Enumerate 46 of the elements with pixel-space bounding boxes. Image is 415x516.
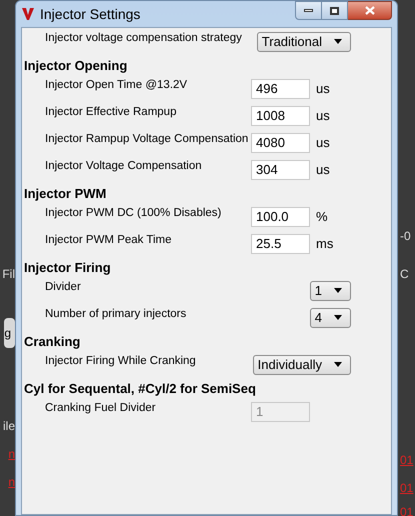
field-label: Number of primary injectors xyxy=(44,306,186,322)
text-field[interactable]: 4080 xyxy=(251,132,310,152)
field-label: Injector PWM Peak Time xyxy=(44,232,172,248)
dropdown[interactable]: 1 xyxy=(310,280,351,300)
text-field[interactable]: 496 xyxy=(251,78,310,98)
background-text: ile xyxy=(2,418,15,434)
section-heading: Injector Firing xyxy=(24,258,112,277)
dropdown-arrow-icon xyxy=(334,315,342,320)
text-field[interactable]: 304 xyxy=(251,160,310,180)
unit-label: ms xyxy=(316,234,334,253)
unit-label: us xyxy=(316,134,330,152)
logo-icon xyxy=(22,8,34,20)
close-icon xyxy=(364,6,374,15)
unit-label: us xyxy=(316,80,330,98)
dropdown-arrow-icon xyxy=(334,39,342,44)
section-heading: Injector Opening xyxy=(24,56,128,75)
unit-label: us xyxy=(316,106,330,125)
field-label: Injector voltage compensation strategy xyxy=(44,30,242,46)
field-label: Injector PWM DC (100% Disables) xyxy=(44,206,222,221)
dropdown[interactable]: 4 xyxy=(310,308,351,328)
field-label: Cranking Fuel Divider xyxy=(44,400,156,416)
unit-label: us xyxy=(316,160,330,179)
minimize-button[interactable] xyxy=(295,1,322,20)
section-heading: Cranking xyxy=(24,332,82,351)
text-field[interactable]: 25.5 xyxy=(251,234,310,254)
dropdown[interactable]: Traditional xyxy=(256,32,351,52)
window-title: Injector Settings xyxy=(40,4,140,24)
field-label: Injector Voltage Compensation xyxy=(44,158,202,174)
background-text: C xyxy=(399,266,409,282)
dropdown[interactable]: Individually xyxy=(252,354,351,374)
field-label: Injector Open Time @13.2V xyxy=(44,78,188,93)
section-heading: Cyl for Sequental, #Cyl/2 for SemiSeq xyxy=(24,380,257,398)
dropdown-arrow-icon xyxy=(334,288,342,293)
field-label: Injector Effective Rampup xyxy=(44,104,176,120)
dropdown-arrow-icon xyxy=(334,362,342,367)
section-heading: Injector PWM xyxy=(24,184,108,203)
field-label: Divider xyxy=(44,280,81,295)
field-label: Injector Rampup Voltage Compensation xyxy=(44,132,248,147)
background-text: -0 xyxy=(399,228,411,244)
background-text: Fil xyxy=(2,266,15,282)
maximize-button[interactable] xyxy=(322,1,348,20)
text-field[interactable]: 100.0 xyxy=(251,206,310,226)
unit-label: % xyxy=(316,208,328,226)
text-field[interactable]: 1008 xyxy=(251,106,310,126)
close-button[interactable] xyxy=(348,1,392,20)
field-label: Injector Firing While Cranking xyxy=(44,354,196,369)
